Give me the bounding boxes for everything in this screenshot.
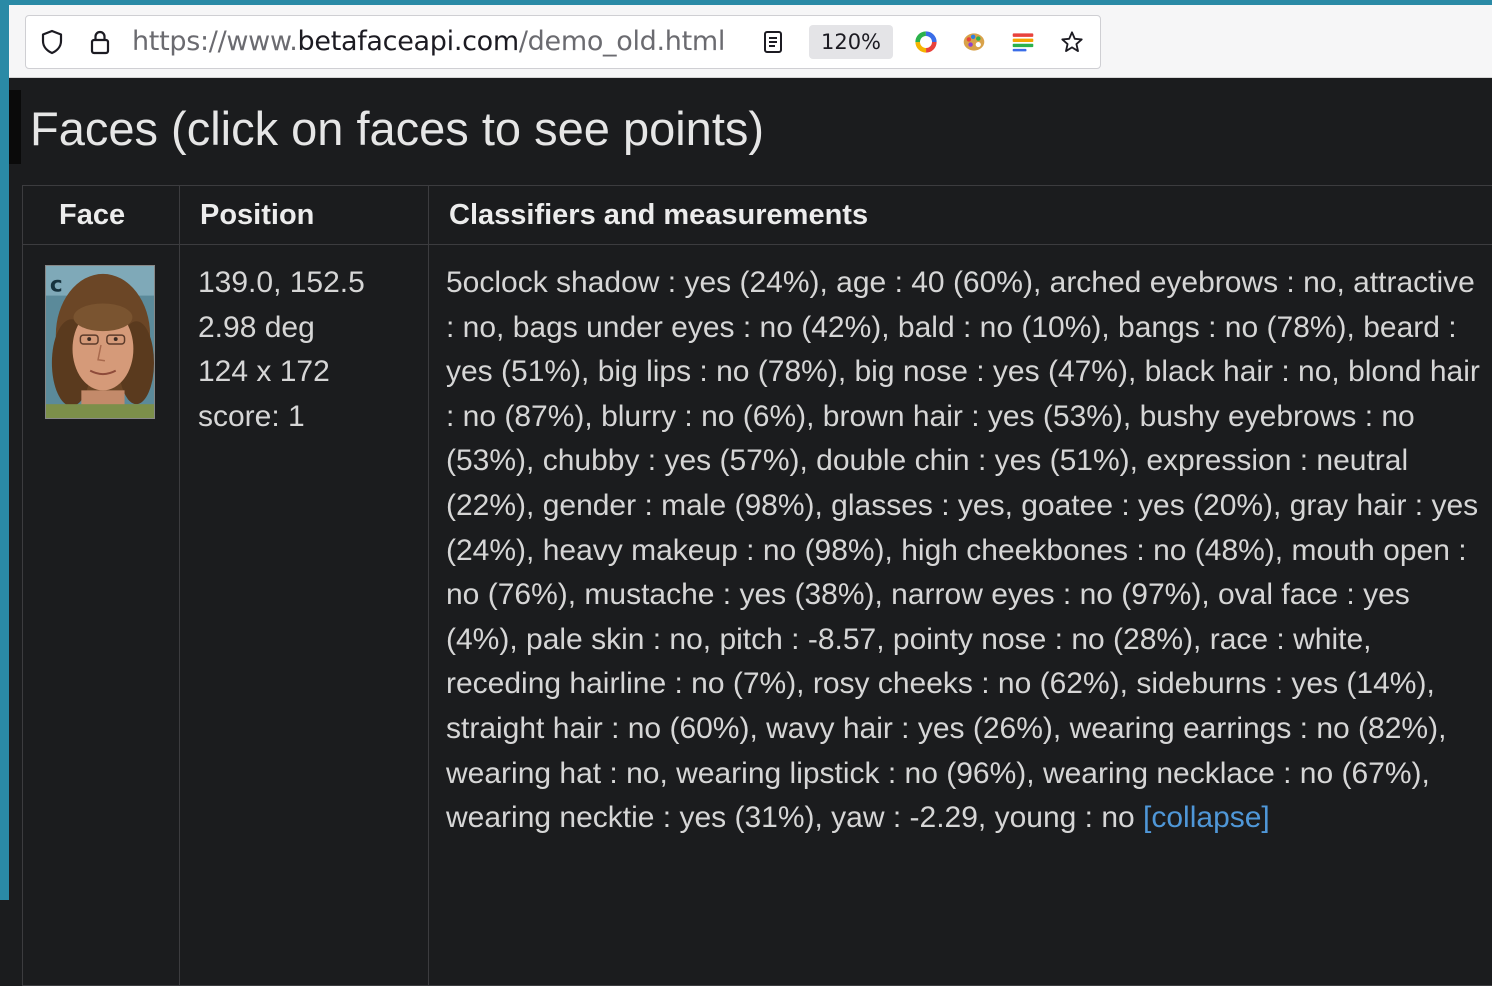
url-text[interactable]: https://www.betafaceapi.com/demo_old.htm… — [132, 27, 725, 57]
face-thumbnail[interactable]: c — [45, 265, 155, 419]
desktop-background-edge — [0, 0, 9, 900]
shield-icon[interactable] — [40, 30, 64, 54]
lock-icon[interactable] — [88, 30, 112, 54]
position-angle: 2.98 deg — [198, 306, 428, 351]
collapse-link[interactable]: [collapse] — [1143, 801, 1270, 834]
page-title: Faces (click on faces to see points) — [9, 90, 1492, 164]
position-center: 139.0, 152.5 — [198, 261, 428, 306]
position-cell: 139.0, 152.5 2.98 deg 124 x 172 score: 1 — [180, 245, 429, 986]
palette-extension-icon[interactable] — [962, 30, 986, 54]
browser-toolbar: https://www.betafaceapi.com/demo_old.htm… — [9, 5, 1492, 78]
column-header-face: Face — [23, 186, 180, 245]
address-bar[interactable]: https://www.betafaceapi.com/demo_old.htm… — [25, 15, 1101, 69]
color-ring-extension-icon[interactable] — [914, 30, 938, 54]
face-cell: c — [23, 245, 180, 986]
position-size: 124 x 172 — [198, 350, 428, 395]
classifiers-text: 5oclock shadow : yes (24%), age : 40 (60… — [446, 266, 1480, 834]
bookmark-star-icon[interactable] — [1060, 30, 1084, 54]
classifiers-cell: 5oclock shadow : yes (24%), age : 40 (60… — [429, 245, 1492, 986]
table-row: c 139.0, 152.5 2.9 — [23, 245, 1492, 986]
zoom-level-button[interactable]: 120% — [809, 25, 893, 59]
column-header-position: Position — [180, 186, 429, 245]
lines-extension-icon[interactable] — [1011, 30, 1035, 54]
position-score: score: 1 — [198, 395, 428, 440]
faces-table: Face Position Classifiers and measuremen… — [22, 185, 1492, 986]
reader-view-icon[interactable] — [761, 30, 785, 54]
table-header-row: Face Position Classifiers and measuremen… — [23, 186, 1492, 245]
svg-text:c: c — [50, 273, 63, 298]
column-header-classifiers: Classifiers and measurements — [429, 186, 1492, 245]
